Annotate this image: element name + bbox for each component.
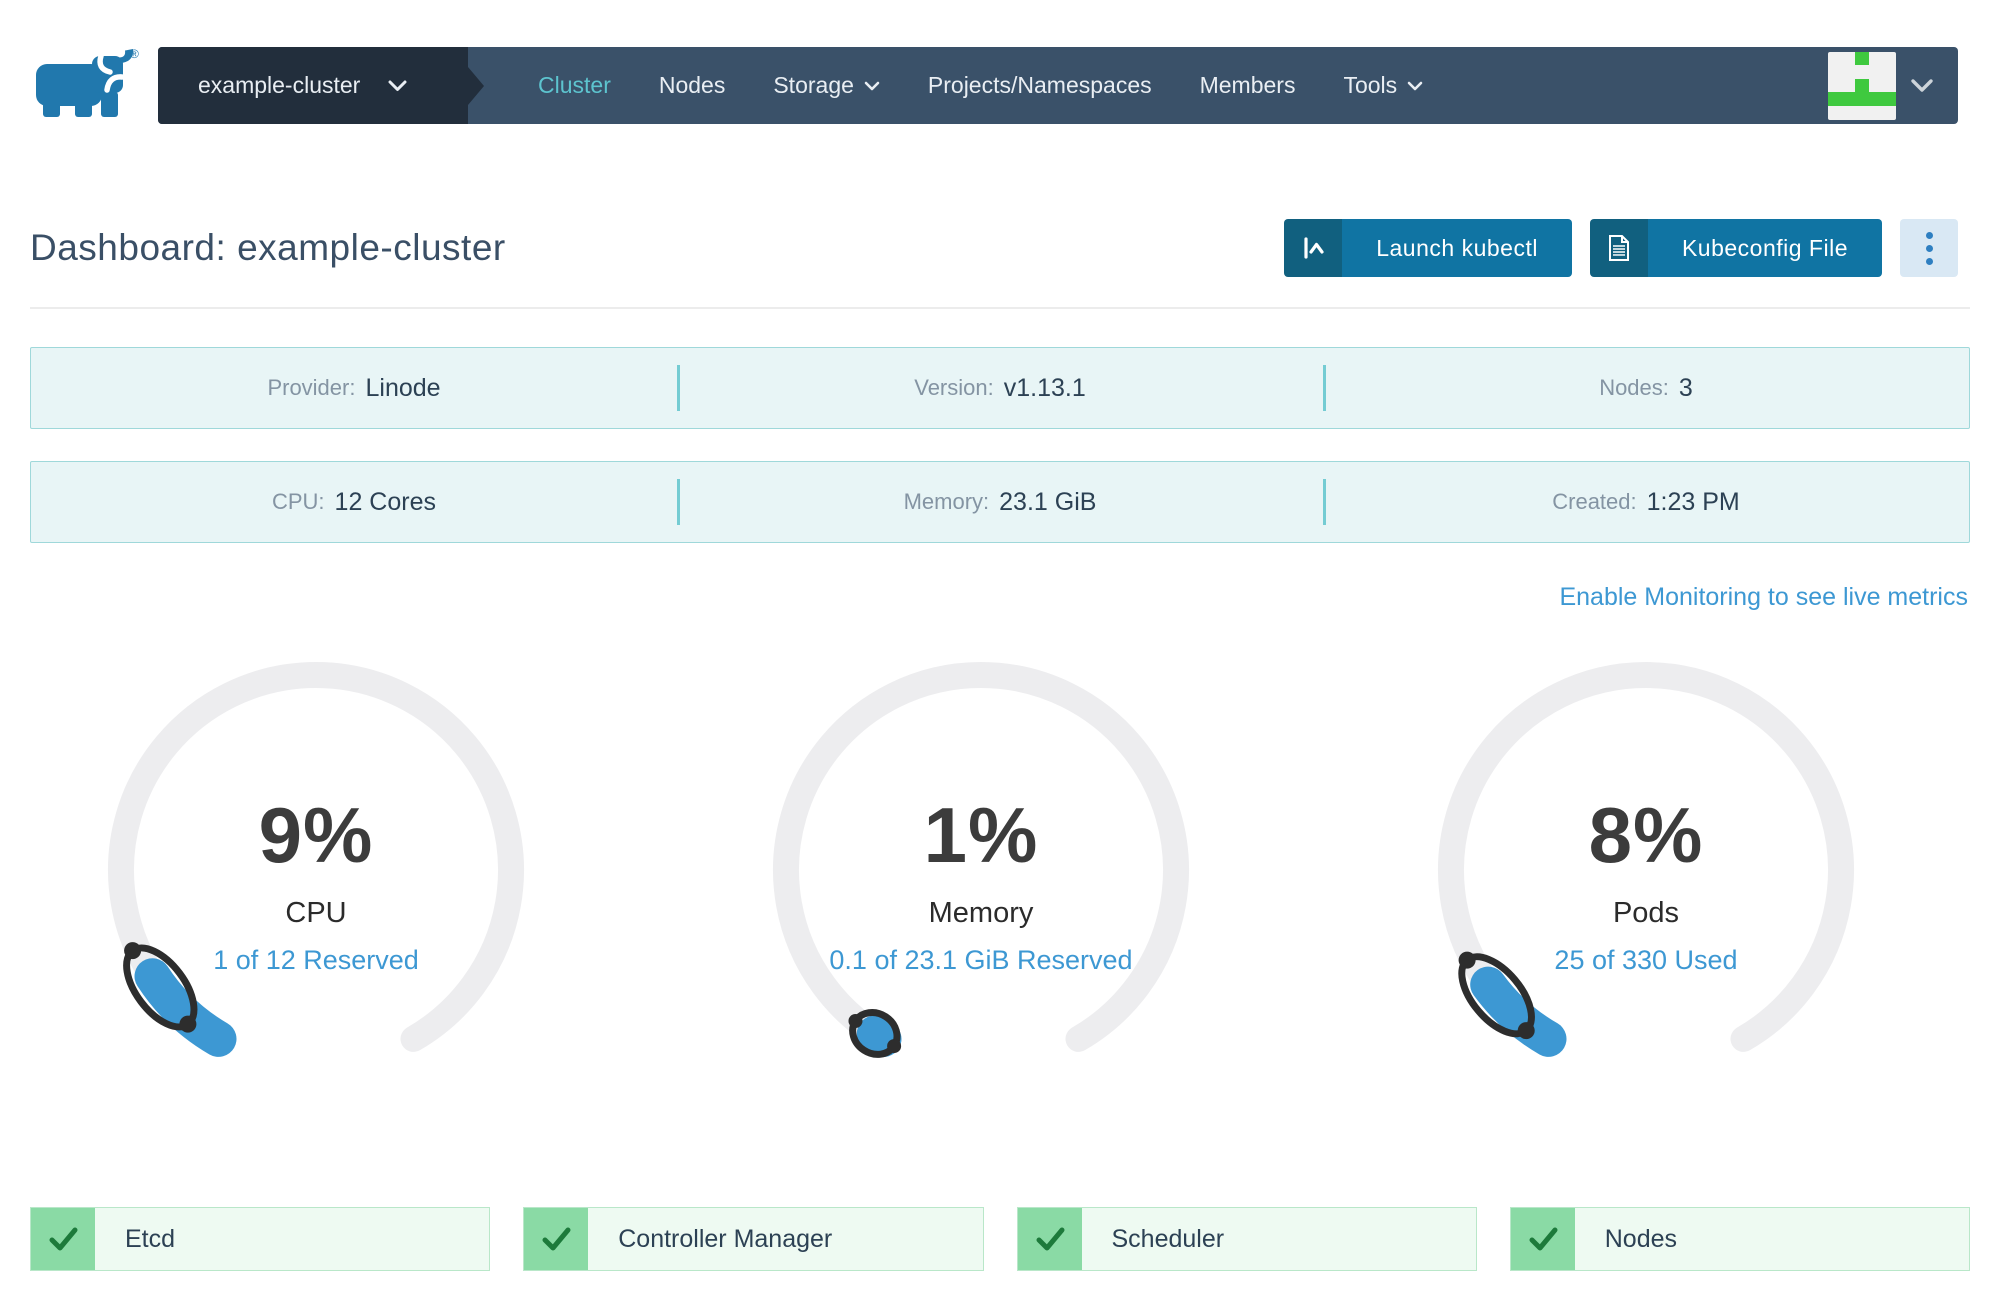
info-cpu: CPU: 12 Cores xyxy=(271,487,436,516)
cluster-info-bar-2: CPU: 12 Cores Memory: 23.1 GiB Created: … xyxy=(30,461,1970,543)
cluster-info-bar-1: Provider: Linode Version: v1.13.1 Nodes:… xyxy=(30,347,1970,429)
launch-kubectl-label: Launch kubectl xyxy=(1342,219,1572,277)
nav-items: Cluster Nodes Storage Projects/Namespace… xyxy=(514,72,1447,99)
kubeconfig-file-label: Kubeconfig File xyxy=(1647,219,1882,277)
info-nodes: Nodes: 3 xyxy=(1599,373,1693,402)
memory-gauge: 1% Memory 0.1 of 23.1 GiB Reserved xyxy=(731,642,1231,1117)
checkmark-icon xyxy=(31,1208,95,1270)
chevron-down-icon xyxy=(388,80,407,91)
status-badge-controller-manager: Controller Manager xyxy=(523,1207,984,1271)
cpu-gauge-text: 9% CPU 1 of 12 Reserved xyxy=(66,790,566,976)
vertical-ellipsis-icon xyxy=(1925,231,1933,239)
info-divider xyxy=(676,479,680,525)
rancher-bull-logo-icon[interactable]: ® xyxy=(30,46,142,118)
memory-detail: 0.1 of 23.1 GiB Reserved xyxy=(829,945,1133,975)
status-badge-nodes: Nodes xyxy=(1509,1207,1970,1271)
page-title: Dashboard: example-cluster xyxy=(30,227,506,268)
terminal-prompt-icon xyxy=(1284,219,1343,277)
chevron-down-icon xyxy=(864,81,880,90)
header-divider xyxy=(30,307,1970,309)
pods-gauge-text: 8% Pods 25 of 330 Used xyxy=(1396,790,1896,976)
info-created: Created: 1:23 PM xyxy=(1552,487,1740,516)
pods-percent: 8% xyxy=(1588,791,1704,879)
more-actions-button[interactable] xyxy=(1900,219,1958,277)
pods-label: Pods xyxy=(1612,897,1680,929)
nav-item-projects-namespaces[interactable]: Projects/Namespaces xyxy=(904,72,1176,99)
svg-text:®: ® xyxy=(130,47,139,61)
resource-gauges: 9% CPU 1 of 12 Reserved 1% Memory 0.1 of… xyxy=(0,642,2000,1117)
pods-detail: 25 of 330 Used xyxy=(1554,945,1738,975)
app-header: ® example-cluster Cluster Nodes Storage xyxy=(0,0,2000,124)
info-version: Version: v1.13.1 xyxy=(914,373,1086,402)
user-menu xyxy=(1828,51,1958,120)
info-provider: Provider: Linode xyxy=(267,373,441,402)
cpu-percent: 9% xyxy=(258,791,374,879)
document-icon xyxy=(1589,219,1648,277)
checkmark-icon xyxy=(1017,1208,1082,1270)
cpu-detail: 1 of 12 Reserved xyxy=(213,945,419,975)
rancher-cluster-dashboard: ® example-cluster Cluster Nodes Storage xyxy=(0,0,2000,1295)
status-badge-scheduler: Scheduler xyxy=(1016,1207,1477,1271)
launch-kubectl-button[interactable]: Launch kubectl xyxy=(1284,219,1572,277)
memory-label: Memory xyxy=(928,897,1034,929)
kubeconfig-file-button[interactable]: Kubeconfig File xyxy=(1589,219,1882,277)
header-actions: Launch kubectl Kubeconfig File xyxy=(1284,219,1958,277)
checkmark-icon xyxy=(1510,1208,1575,1270)
nav-item-members[interactable]: Members xyxy=(1176,72,1320,99)
nav-item-storage[interactable]: Storage xyxy=(749,72,904,99)
info-divider xyxy=(1322,365,1326,411)
info-divider xyxy=(1322,479,1326,525)
chevron-down-icon[interactable] xyxy=(1910,78,1934,93)
user-avatar[interactable] xyxy=(1828,51,1896,120)
chevron-down-icon xyxy=(1407,81,1423,90)
info-divider xyxy=(676,365,680,411)
nav-item-cluster[interactable]: Cluster xyxy=(514,72,635,99)
top-navbar: example-cluster Cluster Nodes Storage Pr… xyxy=(158,47,1958,124)
cpu-gauge: 9% CPU 1 of 12 Reserved xyxy=(66,642,566,1117)
cpu-label: CPU xyxy=(285,897,347,929)
pods-gauge: 8% Pods 25 of 330 Used xyxy=(1396,642,1896,1117)
cluster-selector-dropdown[interactable]: example-cluster xyxy=(158,47,468,124)
gauge-fill-arc xyxy=(856,1015,902,1057)
nav-item-nodes[interactable]: Nodes xyxy=(635,72,749,99)
checkmark-icon xyxy=(524,1208,589,1270)
memory-percent: 1% xyxy=(923,791,1039,879)
monitoring-link-row: Enable Monitoring to see live metrics xyxy=(0,583,1968,612)
title-row: Dashboard: example-cluster Launch kubect… xyxy=(30,219,1958,277)
cluster-selector-label: example-cluster xyxy=(198,72,361,98)
info-memory: Memory: 23.1 GiB xyxy=(903,487,1097,516)
nav-item-tools[interactable]: Tools xyxy=(1319,72,1447,99)
enable-monitoring-link[interactable]: Enable Monitoring to see live metrics xyxy=(1559,583,1968,611)
status-badge-etcd: Etcd xyxy=(30,1207,491,1271)
memory-gauge-text: 1% Memory 0.1 of 23.1 GiB Reserved xyxy=(731,790,1231,976)
component-status-row: Etcd Controller Manager Scheduler Nodes xyxy=(30,1207,1970,1271)
